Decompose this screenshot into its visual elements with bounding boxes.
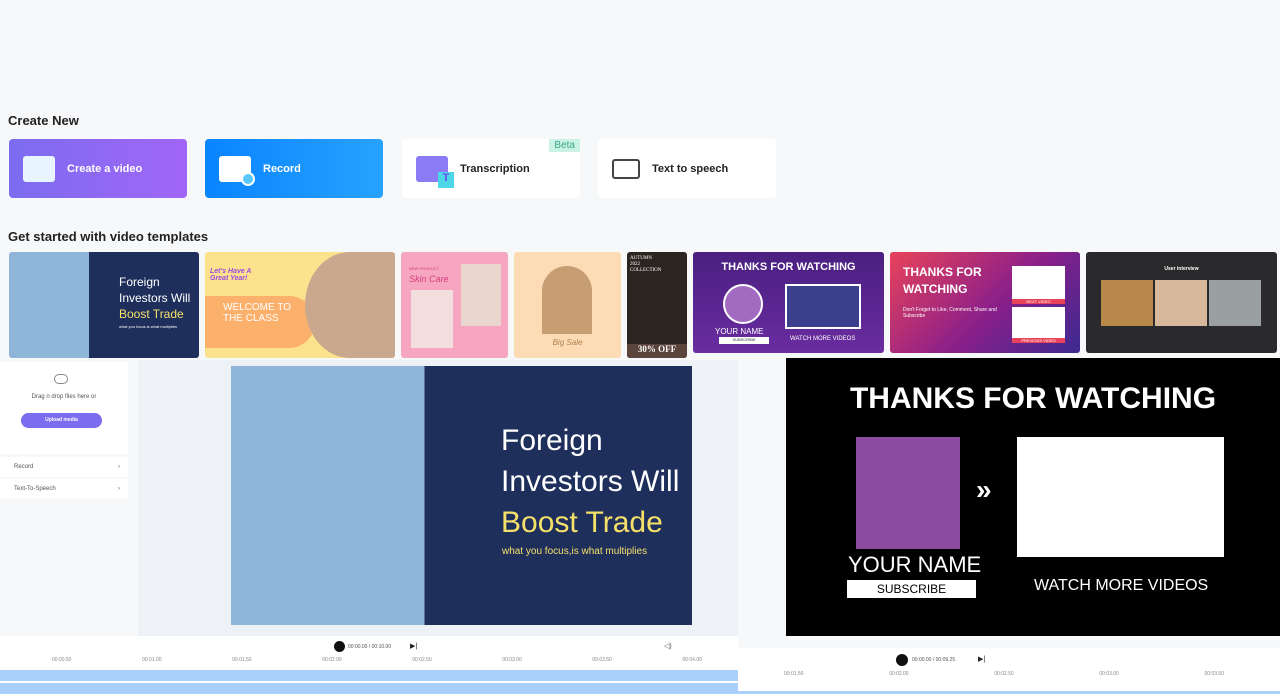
timeline-left[interactable]: 00:00.00 / 00:10.00 ▶| ◁) 00:00.50 00:01.… bbox=[0, 636, 738, 694]
transcription-icon: T bbox=[416, 155, 454, 188]
cloud-upload-icon bbox=[54, 374, 68, 384]
next-frame-icon-right[interactable]: ▶| bbox=[978, 655, 985, 663]
preview-slide[interactable]: Foreign Investors Will Boost Trade what yo… bbox=[231, 366, 692, 625]
video-sparkle-icon bbox=[23, 155, 55, 182]
transcription-label: Transcription bbox=[460, 162, 530, 175]
play-button-right[interactable] bbox=[896, 654, 908, 666]
upload-hint: Drag n drop files here or bbox=[31, 394, 97, 400]
upload-panel[interactable]: Drag n drop files here or Upload media bbox=[0, 362, 128, 454]
side-text-to-speech[interactable]: Text-To-Speech › bbox=[0, 479, 128, 499]
upload-media-button[interactable]: Upload media bbox=[21, 413, 102, 428]
next-frame-icon[interactable]: ▶| bbox=[410, 642, 417, 650]
audio-track[interactable] bbox=[0, 683, 738, 694]
template-skin-care[interactable]: NEW PRODUCT Skin Care bbox=[401, 252, 508, 358]
text-to-speech-label: Text to speech bbox=[652, 162, 729, 175]
volume-icon[interactable]: ◁) bbox=[664, 642, 672, 650]
video-track[interactable] bbox=[0, 670, 738, 681]
subscribe-button[interactable]: SUBSCRIBE bbox=[847, 580, 976, 598]
record-label: Record bbox=[263, 162, 301, 175]
preview-canvas-left: Foreign Investors Will Boost Trade what yo… bbox=[138, 360, 738, 636]
record-card[interactable]: Record bbox=[205, 139, 383, 198]
transcription-card[interactable]: T Transcription Beta bbox=[402, 139, 580, 198]
preview-canvas-right[interactable]: THANKS FOR WATCHING » YOUR NAME SUBSCRIB… bbox=[786, 358, 1280, 636]
create-video-label: Create a video bbox=[67, 162, 143, 175]
create-video-card[interactable]: Create a video bbox=[9, 139, 187, 198]
template-user-interview[interactable]: User interview bbox=[1086, 252, 1277, 353]
template-welcome-class[interactable]: Let's Have A Great Year! WELCOME TO THE CL… bbox=[205, 252, 395, 358]
template-thanks-watching-red[interactable]: THANKS FOR WATCHING Don't Forget to Like,… bbox=[890, 252, 1080, 353]
create-new-heading: Create New bbox=[8, 113, 79, 128]
template-big-sale[interactable]: Big Sale bbox=[514, 252, 621, 358]
record-icon bbox=[219, 155, 255, 186]
template-thanks-watching-purple[interactable]: THANKS FOR WATCHING YOUR NAME SUBSCRIBE … bbox=[693, 252, 884, 353]
templates-heading: Get started with video templates bbox=[8, 229, 209, 244]
timeline-right[interactable]: 00:00.00 / 00:09.25 ▶| 00:01.50 00:02.00 0… bbox=[738, 648, 1280, 694]
beta-badge: Beta bbox=[549, 139, 580, 152]
text-to-speech-card[interactable]: Text to speech bbox=[598, 139, 776, 198]
text-to-speech-icon bbox=[612, 158, 640, 179]
play-button[interactable] bbox=[334, 641, 345, 652]
template-foreign-investors[interactable]: Foreign Investors Will Boost Trade what yo… bbox=[9, 252, 199, 358]
side-record[interactable]: Record › bbox=[0, 457, 128, 477]
template-autumn-collection[interactable]: AUTUMN 2022 COLLECTION 30% OFF bbox=[627, 252, 687, 358]
